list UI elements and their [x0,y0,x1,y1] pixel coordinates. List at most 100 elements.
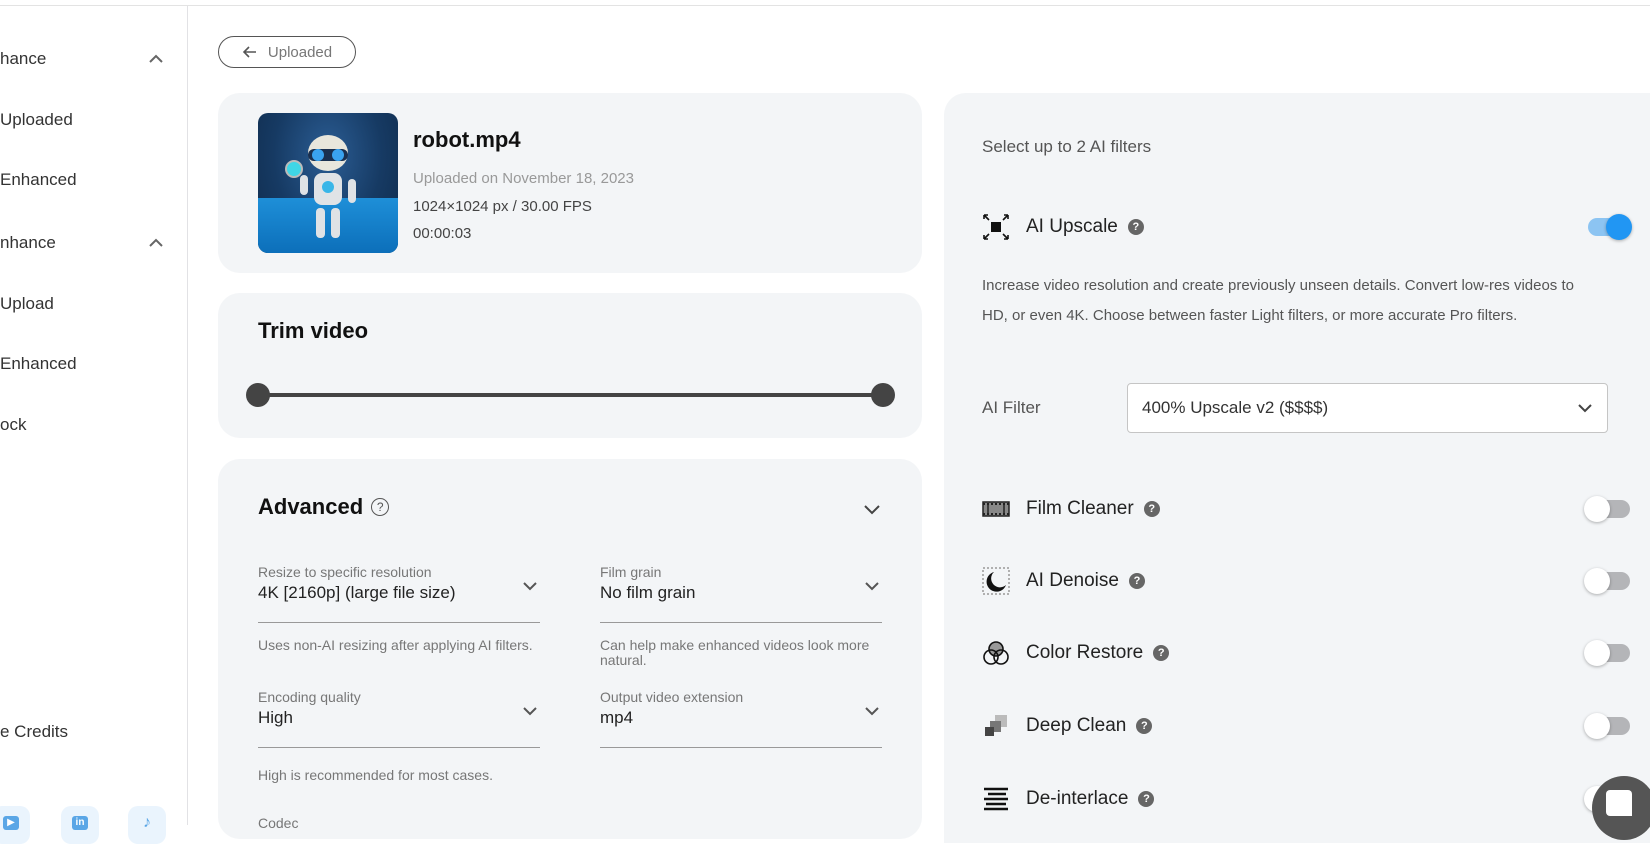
trim-start-handle[interactable] [246,383,270,407]
chat-support-button[interactable] [1592,776,1650,840]
file-name: robot.mp4 [413,127,521,152]
video-duration: 00:00:03 [413,225,472,242]
filter-name: De-interlace [1026,788,1129,809]
tiktok-link[interactable]: ♪ [128,806,166,844]
help-icon[interactable]: ? [1143,501,1160,517]
help-icon[interactable]: ? [371,498,390,516]
filters-hint: Select up to 2 AI filters [982,137,1152,156]
output-extension-select[interactable]: Output video extension mp4 [600,689,882,748]
sidebar-item-enhanced-2[interactable]: Enhanced [0,344,188,384]
chevron-up-icon[interactable] [146,233,166,253]
sidebar-item-label: Uploaded [0,110,73,129]
sidebar-item-uploaded[interactable]: Uploaded [0,100,188,140]
trim-end-handle[interactable] [871,383,895,407]
upload-date: Uploaded on November 18, 2023 [413,170,634,187]
deep-clean-toggle[interactable] [1584,713,1630,739]
codec-label: Codec [258,815,299,831]
field-label: Film grain [600,564,662,580]
file-info-card: robot.mp4 Uploaded on November 18, 2023 … [218,93,922,273]
sidebar-item-ock[interactable]: ock [0,405,188,445]
field-value: High [258,708,293,727]
filter-color-restore: Color Restore ? [982,633,1630,673]
advanced-card: Advanced ? Resize to specific resolution… [218,459,922,839]
resize-resolution-select[interactable]: Resize to specific resolution 4K [2160p]… [258,564,540,653]
help-icon[interactable]: ? [1138,791,1155,807]
sidebar-item-label: Enhanced [0,354,77,373]
sidebar: hance Uploaded Enhanced nhance Upload En… [0,6,188,844]
field-help: High is recommended for most cases. [258,767,493,783]
advanced-header[interactable]: Advanced ? [258,494,390,520]
chat-icon [1606,790,1632,816]
field-underline [600,747,882,748]
sidebar-item-enhanced[interactable]: Enhanced [0,160,188,200]
trim-video-card: Trim video [218,293,922,438]
filter-name: Film Cleaner [1026,498,1134,519]
encoding-quality-select[interactable]: Encoding quality High High is recommende… [258,689,540,783]
chevron-up-icon[interactable] [146,49,166,69]
youtube-link[interactable]: ▶ [0,806,30,844]
linkedin-icon: in [72,816,88,830]
filter-name: Deep Clean [1026,715,1127,736]
field-underline [600,622,882,623]
color-circles-icon [982,639,1010,667]
field-label: Output video extension [600,689,744,705]
field-value: mp4 [600,708,634,727]
filter-name: AI Denoise [1026,570,1119,591]
ai-filter-select[interactable]: 400% Upscale v2 ($$$$) [1127,383,1608,433]
field-underline [258,747,540,748]
field-label: Encoding quality [258,689,361,705]
video-thumbnail[interactable] [258,113,398,253]
sidebar-group-enhance-2[interactable]: nhance [0,223,188,263]
help-icon[interactable]: ? [1128,573,1145,589]
chevron-down-icon [1578,404,1592,413]
trim-title: Trim video [258,318,369,343]
resolution-fps: 1024×1024 px / 30.00 FPS [413,198,592,215]
film-cleaner-toggle[interactable] [1584,496,1630,522]
filter-ai-upscale: AI Upscale ? [982,207,1632,247]
trim-slider-track[interactable] [258,393,883,397]
chevron-down-icon[interactable] [862,576,882,596]
help-icon[interactable]: ? [1136,718,1153,734]
ai-denoise-toggle[interactable] [1584,568,1630,594]
deep-clean-icon [982,712,1010,740]
film-grain-select[interactable]: Film grain No film grain Can help make e… [600,564,882,668]
chevron-down-icon[interactable] [860,497,884,521]
back-button-label: Uploaded [267,43,333,61]
filter-deep-clean: Deep Clean ? [982,706,1630,746]
chevron-down-icon[interactable] [520,701,540,721]
chevron-down-icon[interactable] [862,701,882,721]
field-underline [258,622,540,623]
ai-upscale-description: Increase video resolution and create pre… [982,277,1574,324]
moon-noise-icon [982,567,1010,595]
film-strip-icon [982,495,1010,523]
field-value: No film grain [600,583,696,602]
filter-de-interlace: De-interlace ? [982,779,1630,819]
field-help: Uses non-AI resizing after applying AI f… [258,637,533,653]
filter-ai-denoise: AI Denoise ? [982,561,1630,601]
sidebar-item-credits[interactable]: e Credits [0,712,188,752]
field-value: 4K [2160p] (large file size) [258,583,456,602]
ai-filter-value: 400% Upscale v2 ($$$$) [1142,398,1329,417]
youtube-icon: ▶ [3,816,19,830]
filter-name: Color Restore [1026,642,1144,663]
back-to-uploaded-button[interactable]: Uploaded [218,36,356,68]
help-icon[interactable]: ? [1127,219,1144,235]
field-label: Resize to specific resolution [258,564,432,580]
sidebar-item-label: Upload [0,294,54,313]
field-help: Can help make enhanced videos look more … [600,637,870,668]
upscale-icon [982,213,1010,241]
help-icon[interactable]: ? [1153,645,1170,661]
advanced-title: Advanced [258,494,364,519]
sidebar-group-enhance[interactable]: hance [0,39,188,79]
sidebar-item-label: ock [0,415,27,434]
sidebar-item-label: nhance [0,233,56,252]
sidebar-item-upload[interactable]: Upload [0,284,188,324]
chevron-down-icon[interactable] [520,576,540,596]
ai-filters-panel: Select up to 2 AI filters AI Upscale ? I… [944,93,1650,843]
ai-upscale-toggle[interactable] [1588,214,1632,240]
linkedin-link[interactable]: in [61,806,99,844]
color-restore-toggle[interactable] [1584,640,1630,666]
filter-name: AI Upscale [1026,216,1118,237]
sidebar-item-label: hance [0,49,47,68]
filter-film-cleaner: Film Cleaner ? [982,489,1630,529]
